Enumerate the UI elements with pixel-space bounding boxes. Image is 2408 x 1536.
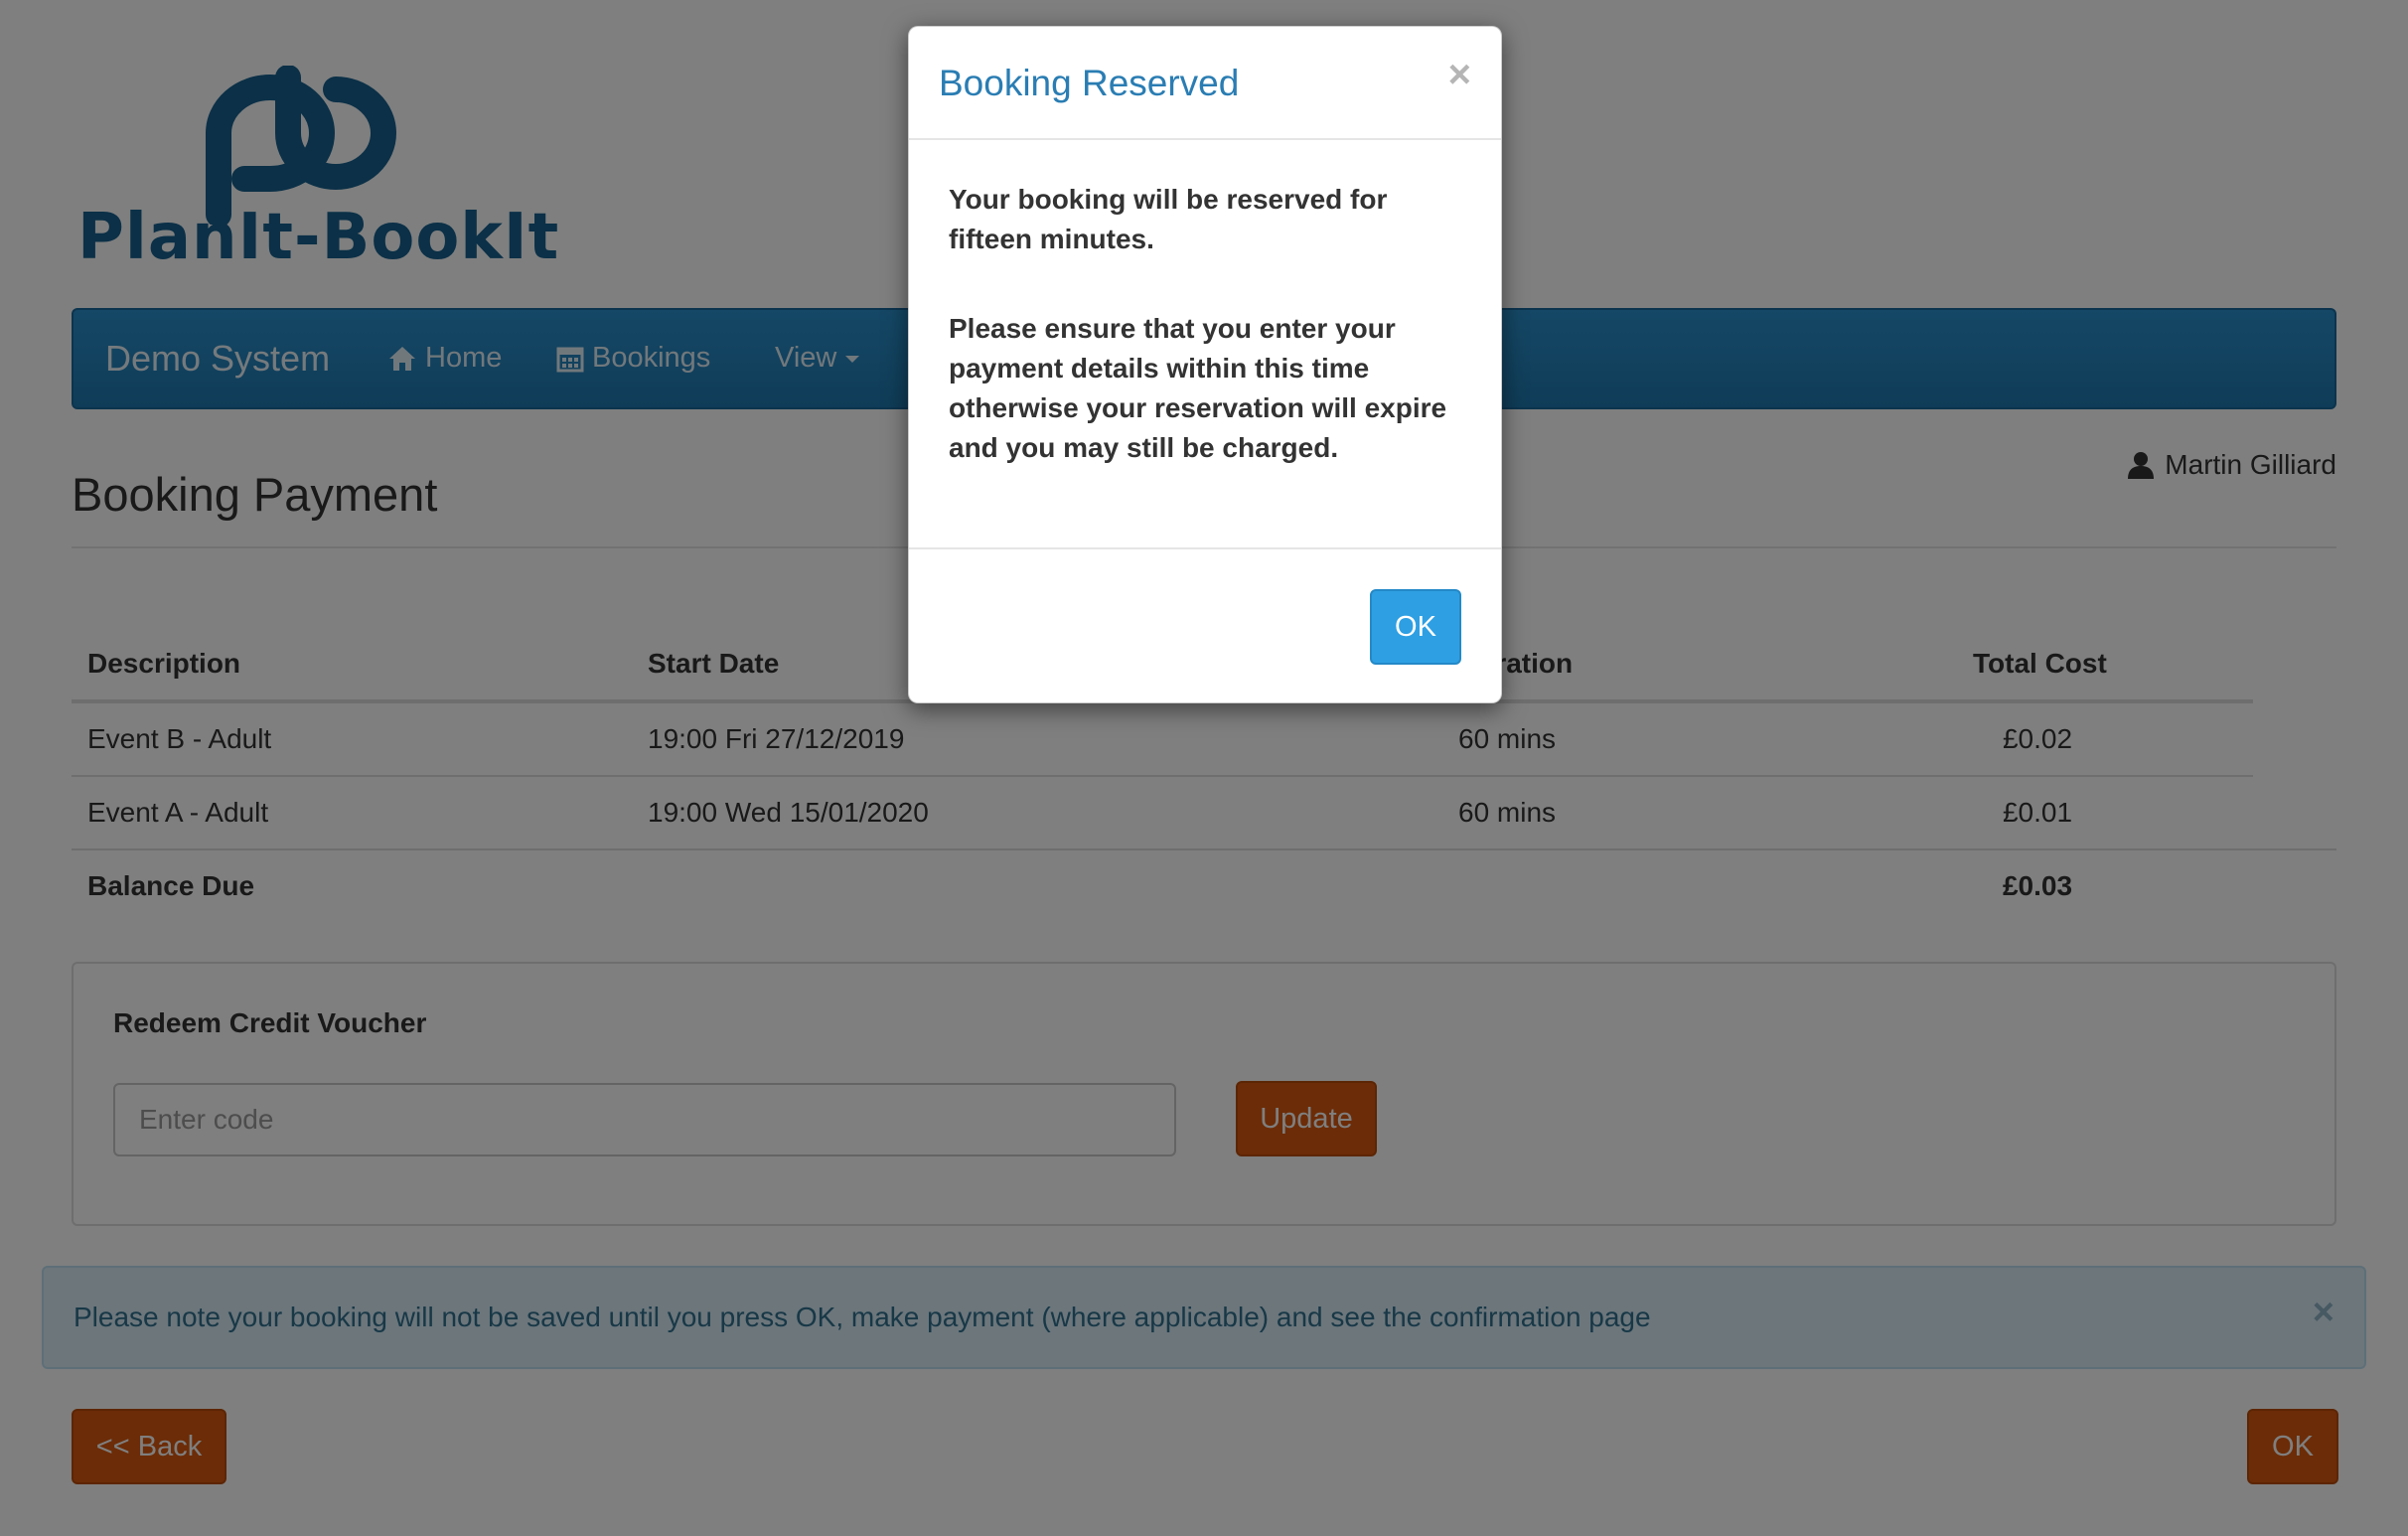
booking-reserved-modal: Booking Reserved × Your booking will be … <box>908 26 1502 703</box>
modal-ok-button[interactable]: OK <box>1370 589 1461 665</box>
modal-footer-divider <box>909 547 1501 549</box>
modal-message-1: Your booking will be reserved for fiftee… <box>949 184 1388 254</box>
modal-message-2: Please ensure that you enter your paymen… <box>949 313 1447 463</box>
modal-header-divider <box>909 138 1501 140</box>
modal-title: Booking Reserved <box>939 63 1240 103</box>
modal-close-icon[interactable]: × <box>1448 53 1471 97</box>
